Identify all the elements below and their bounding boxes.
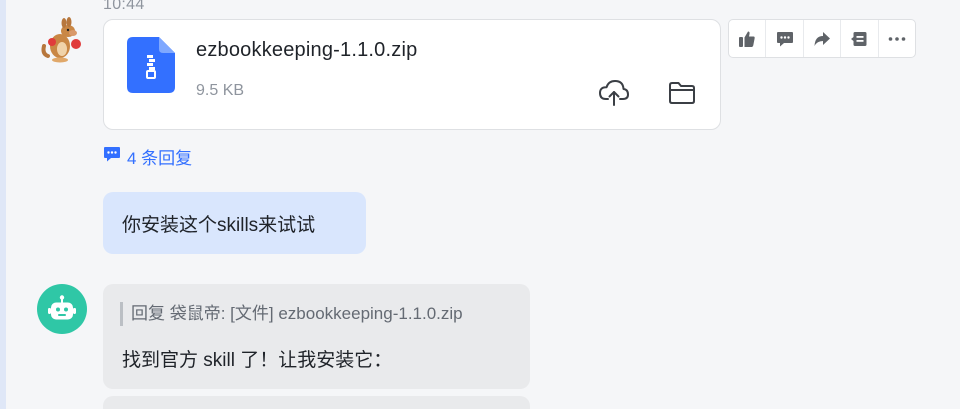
thread-icon [103,146,121,168]
quoted-message[interactable]: 回复 袋鼠帝: [文件] ezbookkeeping-1.1.0.zip [120,302,463,326]
replies-count-label: 4 条回复 [127,149,193,168]
thread-replies-link[interactable]: 4 条回复 [103,144,192,169]
sidebar-edge [0,0,6,409]
reply-icon[interactable] [841,20,879,57]
user-message-bubble[interactable]: 你安装这个skills来试试 [103,192,366,254]
file-size: 9.5 KB [196,82,245,99]
forward-icon[interactable] [804,20,842,57]
file-name[interactable]: ezbookkeeping-1.1.0.zip [196,39,417,62]
thumbs-up-icon[interactable] [729,20,767,57]
cloud-upload-icon[interactable] [597,76,631,110]
bot-message-bubble-partial[interactable] [103,396,530,409]
robot-avatar-icon[interactable] [37,284,87,334]
kangaroo-avatar-icon[interactable] [38,16,88,66]
message-text: 找到官方 skill 了！让我安装它： [122,350,393,371]
more-icon[interactable] [879,20,915,57]
message-text: 你安装这个skills来试试 [122,214,316,236]
bot-message-bubble[interactable]: 回复 袋鼠帝: [文件] ezbookkeeping-1.1.0.zip 找到官… [103,284,530,389]
file-attachment-card[interactable]: ezbookkeeping-1.1.0.zip 9.5 KB [103,19,721,130]
message-action-toolbar [728,19,916,58]
message-timestamp: 10:44 [103,0,145,13]
folder-icon[interactable] [665,76,699,110]
comment-icon[interactable] [766,20,804,57]
zip-file-icon [127,37,175,98]
